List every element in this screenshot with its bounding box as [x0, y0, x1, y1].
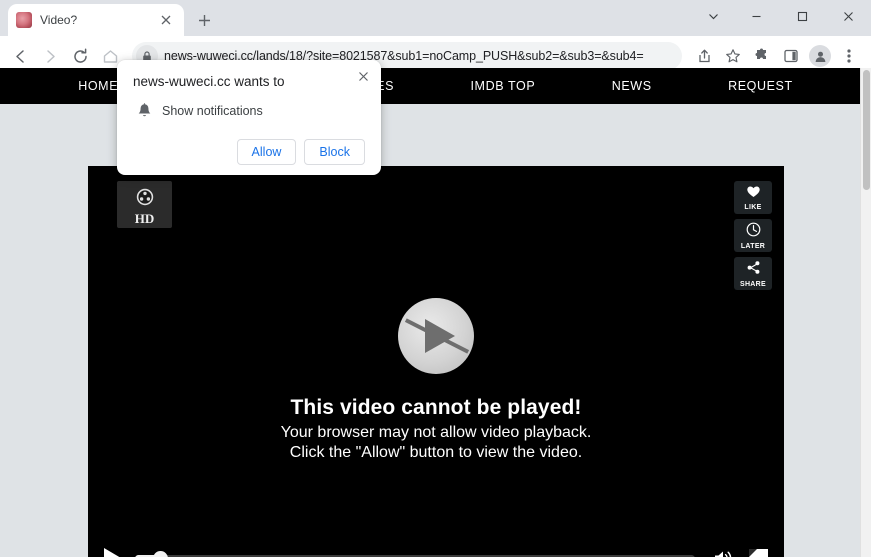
error-headline: This video cannot be played! — [290, 396, 582, 419]
seek-handle[interactable] — [152, 550, 168, 557]
browser-tab[interactable]: Video? — [8, 4, 184, 36]
share-label: SHARE — [739, 280, 766, 288]
star-icon[interactable] — [719, 42, 747, 70]
tab-title: Video? — [40, 13, 78, 27]
allow-button[interactable]: Allow — [236, 139, 297, 165]
window-controls — [693, 0, 871, 32]
minimize-button[interactable] — [733, 0, 779, 32]
heart-icon — [746, 185, 761, 203]
site-favicon — [16, 12, 32, 28]
reload-icon[interactable] — [66, 42, 94, 70]
plus-icon[interactable] — [194, 10, 214, 30]
toolbar-actions — [690, 42, 865, 70]
later-button[interactable]: LATER — [734, 219, 772, 252]
video-player: HD LIKE LATER SHARE This video cannot be… — [88, 166, 784, 557]
dialog-actions: Allow Block — [133, 139, 365, 165]
close-button[interactable] — [825, 0, 871, 32]
page-scrollbar[interactable] — [860, 68, 871, 557]
chevron-down-icon[interactable] — [693, 0, 733, 32]
bell-icon — [137, 103, 152, 119]
nav-item-request[interactable]: REQUEST — [728, 79, 793, 93]
three-dot-menu-icon[interactable] — [835, 42, 863, 70]
error-line-1: Your browser may not allow video playbac… — [280, 424, 592, 441]
hd-quality-badge: HD — [117, 181, 172, 228]
notification-permission-dialog: news-wuweci.cc wants to Show notificatio… — [117, 60, 381, 175]
scrollbar-thumb[interactable] — [863, 70, 870, 190]
profile-avatar-icon[interactable] — [806, 42, 834, 70]
player-side-actions: LIKE LATER SHARE — [734, 181, 772, 290]
side-panel-icon[interactable] — [777, 42, 805, 70]
dialog-title: news-wuweci.cc wants to — [133, 74, 285, 89]
permission-row: Show notifications — [133, 103, 365, 119]
maximize-button[interactable] — [779, 0, 825, 32]
volume-icon[interactable] — [713, 549, 735, 557]
close-icon[interactable] — [156, 10, 176, 30]
permission-label: Show notifications — [162, 104, 263, 118]
later-label: LATER — [740, 242, 766, 250]
play-blocked-icon[interactable] — [398, 298, 474, 374]
forward-arrow-icon[interactable] — [36, 42, 64, 70]
like-label: LIKE — [744, 203, 762, 211]
player-controls — [88, 535, 784, 557]
share-icon[interactable] — [690, 42, 718, 70]
avatar — [809, 45, 831, 67]
like-button[interactable]: LIKE — [734, 181, 772, 214]
close-icon[interactable] — [353, 66, 373, 86]
clock-icon — [746, 222, 761, 242]
fullscreen-icon[interactable] — [749, 548, 768, 557]
film-reel-icon — [135, 188, 155, 211]
nav-item-news[interactable]: NEWS — [612, 79, 652, 93]
browser-window: Video? news-wuweci.cc/lands/18/?site=802… — [0, 0, 871, 557]
playback-error-overlay: This video cannot be played! Your browse… — [88, 298, 784, 463]
block-button[interactable]: Block — [304, 139, 365, 165]
share-nodes-icon — [746, 260, 761, 280]
error-line-2: Click the "Allow" button to view the vid… — [289, 444, 583, 461]
nav-item-imdb-top[interactable]: IMDB TOP — [470, 79, 535, 93]
back-arrow-icon[interactable] — [6, 42, 34, 70]
hd-label: HD — [134, 211, 155, 226]
nav-item-home[interactable]: HOME — [78, 79, 118, 93]
play-icon[interactable] — [104, 548, 121, 557]
title-bar: Video? — [0, 0, 871, 36]
puzzle-icon[interactable] — [748, 42, 776, 70]
share-button[interactable]: SHARE — [734, 257, 772, 290]
